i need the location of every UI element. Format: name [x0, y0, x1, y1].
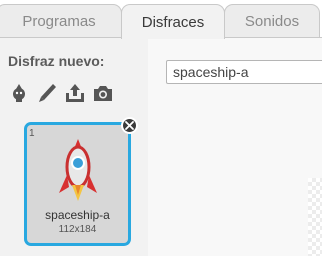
tab-programas[interactable]: Programas [0, 4, 122, 38]
new-costume-heading: Disfraz nuevo: [8, 53, 105, 69]
choose-costume-from-library-icon[interactable] [8, 82, 30, 104]
upload-costume-icon[interactable] [64, 82, 86, 104]
costume-editor [148, 38, 322, 256]
costume-name-input[interactable] [166, 60, 322, 84]
paint-new-costume-icon[interactable] [36, 82, 58, 104]
tab-label: Sonidos [244, 13, 300, 30]
tab-bar: Programas Disfraces Sonidos [0, 0, 322, 39]
tab-disfraces[interactable]: Disfraces [121, 4, 225, 39]
camera-icon[interactable] [92, 82, 114, 104]
delete-costume-icon[interactable] [121, 117, 138, 134]
new-costume-toolbar [8, 82, 114, 104]
paint-canvas[interactable] [308, 178, 322, 256]
spaceship-image [59, 139, 97, 201]
costume-size-label: 112x184 [58, 224, 97, 235]
tab-label: Disfraces [141, 13, 205, 31]
costume-number: 1 [29, 128, 35, 139]
tab-sonidos[interactable]: Sonidos [224, 4, 320, 38]
tab-label: Programas [22, 13, 96, 30]
costume-sidebar: Disfraz nuevo: 1 spaceship-a 112x184 [0, 38, 148, 256]
costume-thumbnail[interactable]: 1 spaceship-a 112x184 [24, 117, 138, 246]
costume-name-label: spaceship-a [45, 208, 110, 222]
